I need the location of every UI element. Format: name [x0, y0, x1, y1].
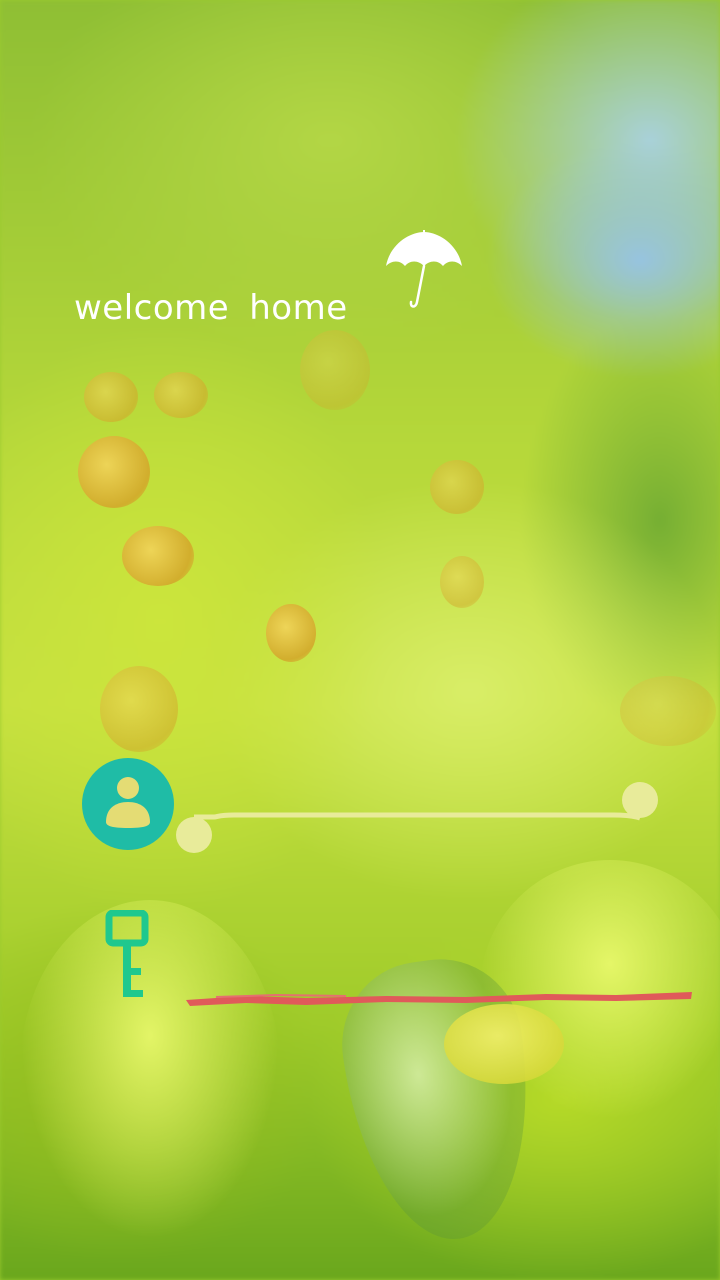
- username-field[interactable]: [174, 780, 660, 860]
- welcome-title: welcome home: [74, 288, 368, 328]
- username-input[interactable]: [234, 790, 618, 820]
- password-input[interactable]: [206, 972, 670, 1000]
- background-anther: [430, 460, 484, 514]
- background-anther: [154, 372, 208, 418]
- background-anther: [300, 330, 370, 410]
- welcome-word: welcome: [74, 288, 230, 328]
- background-anther: [440, 556, 484, 608]
- background-anther: [100, 666, 178, 752]
- background-anther: [266, 604, 316, 662]
- background-anther: [620, 676, 716, 746]
- user-avatar-button[interactable]: [82, 758, 174, 850]
- background-anther: [122, 526, 194, 586]
- umbrella-icon: [386, 230, 462, 308]
- key-icon: [105, 910, 149, 997]
- user-avatar-icon: [106, 777, 150, 828]
- home-word: home: [249, 288, 348, 328]
- password-field[interactable]: [186, 972, 694, 1016]
- background-anther: [84, 372, 138, 422]
- background-petal: [20, 900, 280, 1240]
- background-anther: [78, 436, 150, 508]
